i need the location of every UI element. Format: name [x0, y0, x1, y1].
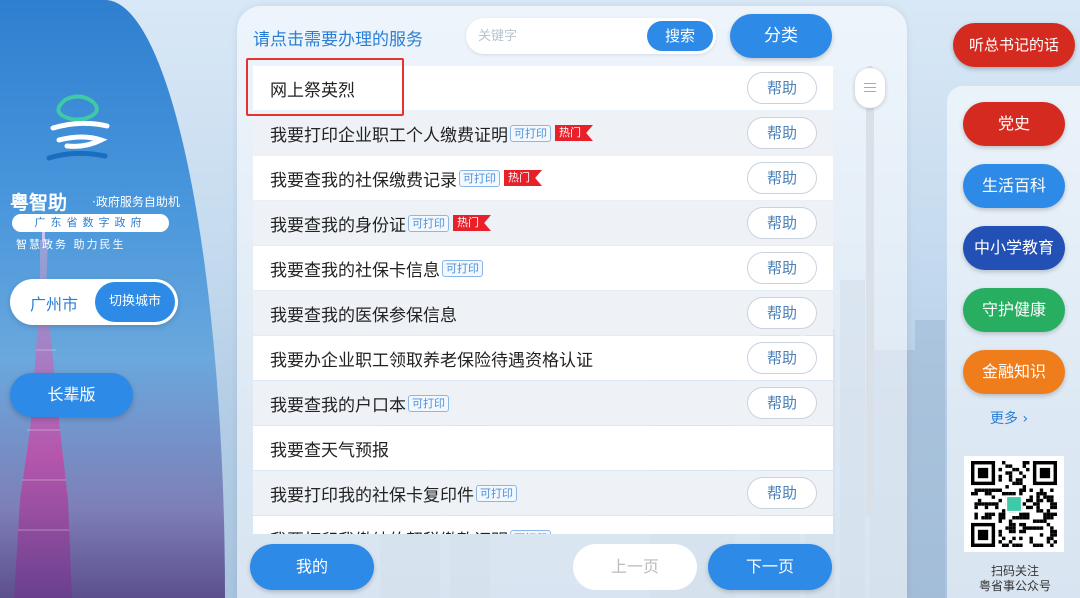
service-label: 我要打印我的社保卡复印件	[270, 485, 474, 506]
help-button[interactable]: 帮助	[747, 72, 817, 104]
service-label: 我要查我的身份证	[270, 215, 406, 236]
service-list: 网上祭英烈 帮助 我要打印企业职工个人缴费证明 可打印 热门 帮助 我要查我的社保缴费记录可…	[253, 66, 833, 534]
search-input[interactable]	[478, 18, 638, 54]
brand-slogan: 智慧政务 助力民生	[16, 238, 126, 251]
search-button[interactable]: 搜索	[647, 21, 713, 51]
qr-code	[964, 456, 1064, 552]
service-label: 我要查天气预报	[270, 440, 389, 461]
service-row[interactable]: 我要打印我缴纳的契税缴款证明可打印	[253, 516, 833, 534]
printable-tag: 可打印	[442, 259, 483, 277]
service-list-panel: 请点击需要办理的服务 搜索 分类 网上祭英烈帮助我要打印企业职工个人缴费证明可打…	[237, 6, 907, 598]
help-button[interactable]: 帮助	[747, 252, 817, 284]
qr-caption-line2: 粤省事公众号	[978, 579, 1051, 593]
search-box: 搜索	[466, 18, 716, 54]
service-row[interactable]: 我要查我的身份证 可打印 热门 帮助	[253, 201, 833, 245]
speech-button[interactable]: 听总书记的话	[953, 23, 1075, 67]
help-button[interactable]: 帮助	[747, 477, 817, 509]
service-row[interactable]: 网上祭英烈 帮助	[253, 66, 833, 110]
qr-caption: 扫码关注 粤省事公众号	[975, 564, 1055, 594]
side-nav-button[interactable]: 中小学教育	[963, 226, 1065, 270]
help-button[interactable]: 帮助	[747, 387, 817, 419]
side-nav-button[interactable]: 生活百科	[963, 164, 1065, 208]
side-nav-button[interactable]: 党史	[963, 102, 1065, 146]
brand-title: 粤智助	[10, 192, 68, 214]
service-label: 网上祭英烈	[270, 80, 355, 101]
scrollbar-thumb[interactable]	[855, 68, 885, 108]
service-label: 我要打印我缴纳的契税缴款证明	[270, 526, 508, 535]
service-label: 我要办企业职工领取养老保险待遇资格认证	[270, 350, 593, 371]
city-switcher: 广州市 切换城市	[10, 279, 178, 325]
chevron-right-icon: ›	[1022, 411, 1029, 427]
more-link[interactable]: 更多 ›	[990, 408, 1028, 428]
my-button[interactable]: 我的	[250, 544, 374, 590]
service-label: 我要查我的社保卡信息	[270, 260, 440, 281]
service-row[interactable]: 我要打印我的社保卡复印件 可打印 帮助	[253, 471, 833, 515]
printable-tag: 可打印	[510, 529, 551, 534]
help-button[interactable]: 帮助	[747, 162, 817, 194]
service-row[interactable]: 我要办企业职工领取养老保险待遇资格认证 帮助	[253, 336, 833, 380]
printable-tag: 可打印	[459, 169, 500, 187]
service-row[interactable]: 我要查我的医保参保信息 帮助	[253, 291, 833, 335]
yue-logo-icon	[46, 94, 110, 161]
help-button[interactable]: 帮助	[747, 297, 817, 329]
service-label: 我要查我的户口本	[270, 395, 406, 416]
side-nav-button[interactable]: 金融知识	[963, 350, 1065, 394]
service-label: 我要打印企业职工个人缴费证明	[270, 125, 508, 146]
service-row[interactable]: 我要打印企业职工个人缴费证明 可打印 热门 帮助	[253, 111, 833, 155]
printable-tag: 可打印	[408, 214, 449, 232]
service-row[interactable]: 我要查我的社保卡信息 可打印 帮助	[253, 246, 833, 290]
brand-subtitle: ·政府服务自助机	[92, 195, 180, 209]
help-button[interactable]: 帮助	[747, 207, 817, 239]
category-button[interactable]: 分类	[730, 14, 832, 58]
current-city: 广州市	[30, 295, 79, 314]
hot-tag: 热门	[453, 215, 491, 231]
qr-caption-line1: 扫码关注	[990, 564, 1039, 578]
service-row[interactable]: 我要查我的社保缴费记录 可打印 热门 帮助	[253, 156, 833, 200]
switch-city-button[interactable]: 切换城市	[95, 282, 175, 322]
service-label: 我要查我的医保参保信息	[270, 305, 457, 326]
printable-tag: 可打印	[408, 394, 449, 412]
brand-organization: 广东省数字政府	[12, 214, 169, 232]
elder-mode-button[interactable]: 长辈版	[10, 373, 133, 417]
service-row[interactable]: 我要查我的户口本 可打印 帮助	[253, 381, 833, 425]
hot-tag: 热门	[555, 125, 593, 141]
next-page-button[interactable]: 下一页	[708, 544, 832, 590]
printable-tag: 可打印	[476, 484, 517, 502]
right-sidebar: 更多 › 扫码关注 粤省事公众号 党史生活百科中小学教育守护健康金融知识	[947, 86, 1080, 598]
more-label: 更多	[990, 411, 1018, 427]
hot-tag: 热门	[504, 170, 542, 186]
previous-page-button[interactable]: 上一页	[573, 544, 697, 590]
printable-tag: 可打印	[510, 124, 551, 142]
service-label: 我要查我的社保缴费记录	[270, 170, 457, 191]
help-button[interactable]: 帮助	[747, 342, 817, 374]
help-button[interactable]: 帮助	[747, 117, 817, 149]
side-nav-button[interactable]: 守护健康	[963, 288, 1065, 332]
scrollbar-track[interactable]	[866, 66, 874, 516]
qr-code-icon	[971, 461, 1057, 547]
service-row[interactable]: 我要查天气预报	[253, 426, 833, 470]
service-prompt: 请点击需要办理的服务	[253, 30, 423, 50]
